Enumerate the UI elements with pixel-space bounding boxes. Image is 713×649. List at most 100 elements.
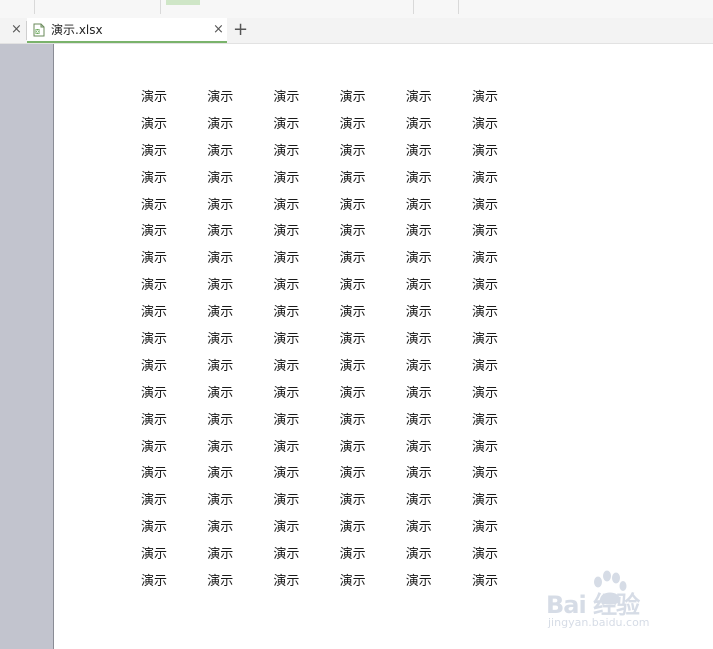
table-cell[interactable]: 演示: [273, 250, 339, 277]
table-cell[interactable]: 演示: [141, 519, 207, 546]
tab-active-document[interactable]: 演示.xlsx ×: [27, 18, 227, 43]
table-cell[interactable]: 演示: [273, 331, 339, 358]
table-cell[interactable]: 演示: [472, 573, 538, 600]
table-cell[interactable]: 演示: [141, 277, 207, 304]
table-cell[interactable]: 演示: [273, 546, 339, 573]
table-cell[interactable]: 演示: [141, 143, 207, 170]
table-cell[interactable]: 演示: [141, 358, 207, 385]
table-cell[interactable]: 演示: [340, 573, 406, 600]
table-cell[interactable]: 演示: [406, 331, 472, 358]
table-cell[interactable]: 演示: [207, 412, 273, 439]
table-cell[interactable]: 演示: [141, 89, 207, 116]
table-cell[interactable]: 演示: [406, 197, 472, 224]
table-cell[interactable]: 演示: [207, 116, 273, 143]
table-cell[interactable]: 演示: [472, 331, 538, 358]
table-cell[interactable]: 演示: [273, 197, 339, 224]
table-cell[interactable]: 演示: [340, 439, 406, 466]
table-cell[interactable]: 演示: [406, 519, 472, 546]
table-cell[interactable]: 演示: [141, 197, 207, 224]
table-cell[interactable]: 演示: [273, 573, 339, 600]
table-cell[interactable]: 演示: [273, 223, 339, 250]
table-cell[interactable]: 演示: [141, 546, 207, 573]
table-cell[interactable]: 演示: [472, 250, 538, 277]
table-cell[interactable]: 演示: [472, 492, 538, 519]
table-cell[interactable]: 演示: [340, 116, 406, 143]
table-cell[interactable]: 演示: [207, 573, 273, 600]
table-cell[interactable]: 演示: [141, 331, 207, 358]
table-cell[interactable]: 演示: [340, 277, 406, 304]
table-cell[interactable]: 演示: [472, 170, 538, 197]
table-cell[interactable]: 演示: [406, 116, 472, 143]
close-icon[interactable]: ×: [213, 22, 224, 38]
table-cell[interactable]: 演示: [207, 465, 273, 492]
table-cell[interactable]: 演示: [406, 492, 472, 519]
table-cell[interactable]: 演示: [472, 223, 538, 250]
table-cell[interactable]: 演示: [406, 412, 472, 439]
table-cell[interactable]: 演示: [472, 304, 538, 331]
table-cell[interactable]: 演示: [273, 89, 339, 116]
table-cell[interactable]: 演示: [207, 439, 273, 466]
table-cell[interactable]: 演示: [472, 439, 538, 466]
table-cell[interactable]: 演示: [207, 331, 273, 358]
table-cell[interactable]: 演示: [340, 170, 406, 197]
table-cell[interactable]: 演示: [207, 358, 273, 385]
table-cell[interactable]: 演示: [340, 385, 406, 412]
sheet-page[interactable]: 演示 演示 演示 演示 演示 演示 演示 演示 演示 演示 演示 演示 演示 演示 演示 演示 演示 演示 演示 演示…: [55, 44, 713, 649]
table-cell[interactable]: 演示: [472, 143, 538, 170]
table-cell[interactable]: 演示: [273, 116, 339, 143]
table-cell[interactable]: 演示: [141, 573, 207, 600]
table-cell[interactable]: 演示: [141, 412, 207, 439]
table-cell[interactable]: 演示: [472, 519, 538, 546]
table-cell[interactable]: 演示: [273, 170, 339, 197]
table-cell[interactable]: 演示: [340, 331, 406, 358]
previous-tab-close-icon[interactable]: ×: [11, 22, 22, 38]
table-cell[interactable]: 演示: [141, 223, 207, 250]
table-cell[interactable]: 演示: [207, 304, 273, 331]
table-cell[interactable]: 演示: [207, 492, 273, 519]
table-cell[interactable]: 演示: [273, 358, 339, 385]
table-cell[interactable]: 演示: [141, 170, 207, 197]
table-cell[interactable]: 演示: [472, 385, 538, 412]
table-cell[interactable]: 演示: [207, 223, 273, 250]
table-cell[interactable]: 演示: [340, 465, 406, 492]
table-cell[interactable]: 演示: [406, 573, 472, 600]
table-cell[interactable]: 演示: [406, 277, 472, 304]
table-cell[interactable]: 演示: [141, 116, 207, 143]
table-cell[interactable]: 演示: [273, 439, 339, 466]
table-cell[interactable]: 演示: [207, 250, 273, 277]
table-cell[interactable]: 演示: [406, 385, 472, 412]
table-cell[interactable]: 演示: [207, 89, 273, 116]
table-cell[interactable]: 演示: [472, 546, 538, 573]
table-cell[interactable]: 演示: [340, 304, 406, 331]
table-cell[interactable]: 演示: [340, 546, 406, 573]
table-cell[interactable]: 演示: [207, 170, 273, 197]
table-cell[interactable]: 演示: [406, 439, 472, 466]
table-cell[interactable]: 演示: [141, 465, 207, 492]
new-tab-plus-icon[interactable]: +: [233, 20, 248, 40]
table-cell[interactable]: 演示: [406, 304, 472, 331]
table-cell[interactable]: 演示: [340, 197, 406, 224]
table-cell[interactable]: 演示: [472, 197, 538, 224]
table-cell[interactable]: 演示: [207, 277, 273, 304]
table-cell[interactable]: 演示: [273, 412, 339, 439]
table-cell[interactable]: 演示: [207, 197, 273, 224]
table-cell[interactable]: 演示: [340, 412, 406, 439]
table-cell[interactable]: 演示: [207, 519, 273, 546]
table-cell[interactable]: 演示: [472, 412, 538, 439]
table-cell[interactable]: 演示: [273, 304, 339, 331]
table-cell[interactable]: 演示: [406, 465, 472, 492]
table-cell[interactable]: 演示: [207, 546, 273, 573]
table-cell[interactable]: 演示: [406, 546, 472, 573]
table-cell[interactable]: 演示: [340, 143, 406, 170]
table-cell[interactable]: 演示: [472, 116, 538, 143]
table-cell[interactable]: 演示: [141, 492, 207, 519]
table-cell[interactable]: 演示: [472, 358, 538, 385]
table-cell[interactable]: 演示: [340, 250, 406, 277]
table-cell[interactable]: 演示: [207, 385, 273, 412]
table-cell[interactable]: 演示: [406, 223, 472, 250]
table-cell[interactable]: 演示: [340, 89, 406, 116]
table-cell[interactable]: 演示: [472, 89, 538, 116]
table-cell[interactable]: 演示: [340, 358, 406, 385]
table-cell[interactable]: 演示: [406, 170, 472, 197]
table-cell[interactable]: 演示: [273, 465, 339, 492]
